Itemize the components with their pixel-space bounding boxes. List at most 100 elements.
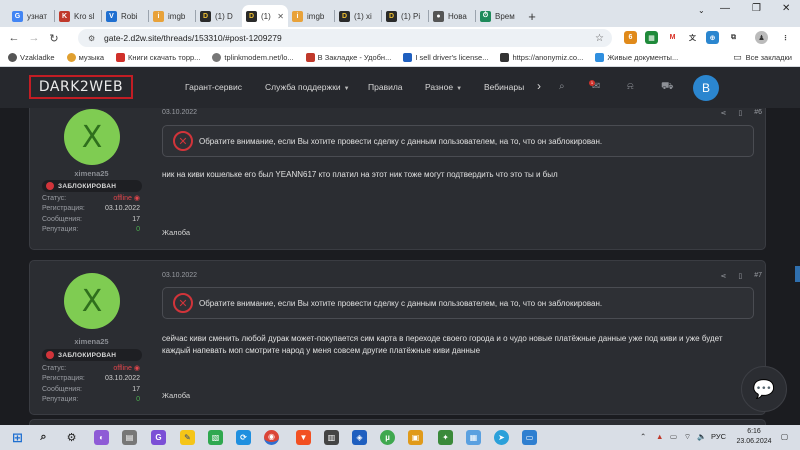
bookmark-icon[interactable]: ▯ [738,109,742,117]
windows-start-icon[interactable]: ⊞ [10,430,25,445]
bookmark-star-icon[interactable]: ☆ [595,33,604,44]
network-icon[interactable]: ⌔ [684,432,691,442]
site-info-icon[interactable]: ⚙ [88,34,98,43]
tab-favicon: D [339,10,350,22]
search-icon[interactable]: ⌕ [36,430,51,445]
brave-icon[interactable]: ▼ [296,430,311,445]
translate-icon[interactable]: 文 [686,31,699,44]
new-tab-button[interactable]: + [522,5,542,27]
scrollbar-thumb[interactable] [795,266,800,282]
notifications-icon[interactable]: ▢ [781,432,788,441]
nav-more-arrow[interactable]: › [537,79,541,93]
post-number[interactable]: #6 [754,109,762,117]
bookmark-item[interactable]: музыка [66,53,104,62]
tab-0[interactable]: Gузнат [8,5,54,27]
tab-10[interactable]: ⏱ Врем [476,5,522,27]
extensions-puzzle-icon[interactable]: ⧉ [727,31,740,44]
username[interactable]: ximena25 [30,169,153,178]
tab-2[interactable]: V Robi [102,5,148,27]
tab-3[interactable]: i imgb [149,5,195,27]
minimize-icon[interactable]: — [720,3,730,14]
close-window-icon[interactable]: ✕ [782,3,790,14]
share-icon[interactable]: ⋖ [720,272,726,280]
tab-5-active[interactable]: D (1) - ✕ [242,5,288,27]
bookmark-item[interactable]: Живые документы... [595,53,678,62]
tab-1[interactable]: K Kro sl [55,5,101,27]
user-avatar[interactable]: X [64,109,120,165]
cart-icon[interactable]: ⛟ [661,81,674,94]
nav-webinars[interactable]: Вебинары [484,82,524,92]
extension-icon[interactable]: 6 [624,31,637,44]
extension-icon[interactable]: ▦ [645,31,658,44]
tab-7[interactable]: D (1) xi [335,5,381,27]
tray-app-icon[interactable]: ▭ [670,432,677,441]
report-link[interactable]: Жалоба [162,391,190,400]
menu-kebab-icon[interactable]: ⋮ [779,31,792,44]
extension-icon[interactable]: ⊕ [706,31,719,44]
tray-app-icon[interactable]: ▲ [656,432,663,441]
tab-search-icon[interactable]: ⌄ [698,6,705,15]
tab-4[interactable]: D (1) D [196,5,242,27]
address-bar[interactable]: ⚙ gate-2.d2w.site/threads/153310/#post-1… [78,29,612,47]
url-text[interactable]: gate-2.d2w.site/threads/153310/#post-120… [104,33,282,43]
nav-guarantee[interactable]: Гарант-сервис [185,82,242,92]
app-icon[interactable]: ▭ [522,430,537,445]
bookmark-item[interactable]: В Закладке - Удобн... [305,53,391,62]
forward-arrow-icon[interactable]: → [24,32,44,44]
bookmark-item[interactable]: tplinkmodem.net/lo... [212,53,294,62]
stat-value: 17 [132,215,140,223]
post-date[interactable]: 03.10.2022 [162,272,197,279]
app-icon[interactable]: ▣ [408,430,423,445]
report-link[interactable]: Жалоба [162,228,190,237]
restore-icon[interactable]: ❐ [752,3,761,14]
app-icon[interactable]: ◈ [352,430,367,445]
user-avatar[interactable]: B [693,75,719,101]
taskbar: ⊞ ⌕ ⚙ ◐ ▤ G ✎ ▧ ⟳ ◉ ▼ ▥ ◈ µ ▣ ✦ ▦ ➤ ▭ ⌃ … [0,425,800,450]
search-icon[interactable]: ⌕ [559,81,565,92]
page-scrollbar[interactable] [795,108,800,425]
share-icon[interactable]: ⋖ [720,109,726,117]
taskbar-clock[interactable]: 6:16 23.06.2024 [736,427,772,447]
username[interactable]: ximena25 [30,337,153,346]
app-icon[interactable]: ◐ [94,430,109,445]
gmail-icon[interactable]: M [666,31,679,44]
bookmark-icon[interactable]: ▯ [738,272,742,280]
all-bookmarks-button[interactable]: ▭ Все закладки [733,52,792,63]
profile-icon[interactable]: ♟ [755,31,768,44]
tab-6[interactable]: i imgb [288,5,334,27]
chrome-icon[interactable]: ◉ [264,430,279,445]
app-icon[interactable]: ⟳ [236,430,251,445]
nav-rules[interactable]: Правила [368,82,403,92]
reload-icon[interactable]: ↻ [44,32,64,45]
bookmark-item[interactable]: Книги скачать торр... [116,53,200,62]
telegram-icon[interactable]: ➤ [494,430,509,445]
back-arrow-icon[interactable]: ← [4,32,24,44]
nav-support[interactable]: Служба поддержки ▼ [265,82,350,92]
chat-bubble-icon[interactable]: 💬 [741,366,787,412]
app-icon[interactable]: ▤ [122,430,137,445]
user-avatar[interactable]: X [64,273,120,329]
language-indicator[interactable]: РУС [711,432,726,441]
nav-misc[interactable]: Разное ▼ [425,82,462,92]
stat-value: 0 [136,226,140,234]
app-icon[interactable]: ✦ [438,430,453,445]
bookmark-item[interactable]: Vzakladke [8,53,55,62]
app-icon[interactable]: ▥ [324,430,339,445]
tab-8[interactable]: D (1) Pi [382,5,428,27]
bell-icon[interactable]: ⍾ [627,81,634,92]
bookmark-item[interactable]: I sell driver's license... [403,53,488,62]
tab-close-icon[interactable]: ✕ [277,12,284,21]
tab-9[interactable]: ● Нова [429,5,475,27]
app-icon[interactable]: ▦ [466,430,481,445]
tray-chevron-icon[interactable]: ⌃ [640,432,646,441]
post-number[interactable]: #7 [754,272,762,280]
post-date[interactable]: 03.10.2022 [162,109,197,116]
app-icon[interactable]: ▧ [208,430,223,445]
app-icon[interactable]: G [151,430,166,445]
app-icon[interactable]: ✎ [180,430,195,445]
volume-icon[interactable]: 🔈 [697,432,706,441]
utorrent-icon[interactable]: µ [380,430,395,445]
bookmark-item[interactable]: https://anonymiz.co... [500,53,583,62]
settings-gear-icon[interactable]: ⚙ [64,430,79,445]
site-logo[interactable]: DARK2WEB [29,75,133,99]
